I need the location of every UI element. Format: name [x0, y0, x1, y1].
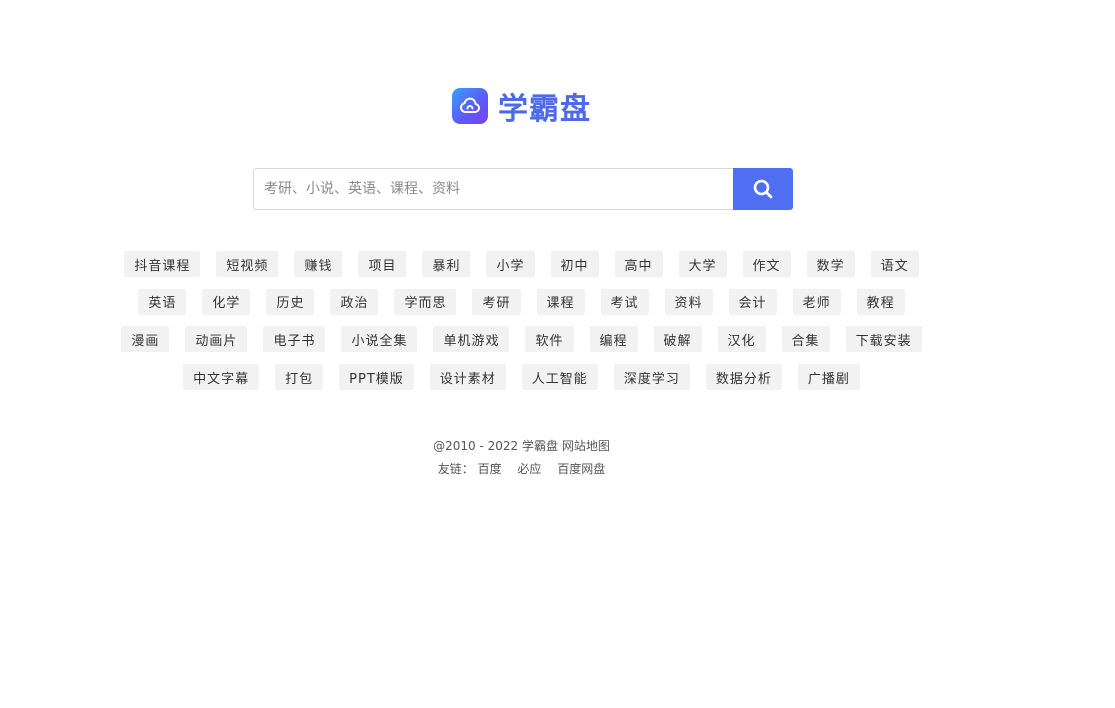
tag-row: 英语 化学 历史 政治 学而思 考研 课程 考试 资料 会计 老师 教程: [0, 288, 1043, 315]
tag[interactable]: 广播剧: [797, 364, 860, 391]
hot-tags: 抖音课程 短视频 赚钱 项目 暴利 小学 初中 高中 大学 作文 数学 语文 英…: [0, 251, 1043, 402]
friend-links: 友链： 百度 必应 百度网盘: [0, 458, 1043, 481]
copyright-text: @2010 - 2022: [433, 439, 519, 453]
tag-row: 抖音课程 短视频 赚钱 项目 暴利 小学 初中 高中 大学 作文 数学 语文: [0, 251, 1043, 277]
tag[interactable]: 暴利: [422, 251, 471, 277]
friend-links-label: 友链：: [437, 462, 474, 476]
tag-row: 漫画 动画片 电子书 小说全集 单机游戏 软件 编程 破解 汉化 合集 下载安装: [0, 326, 1043, 353]
footer-site-link[interactable]: 学霸盘: [522, 439, 558, 453]
tag[interactable]: 英语: [138, 288, 187, 315]
tag[interactable]: 作文: [742, 251, 791, 277]
logo-text: 学霸盘: [498, 92, 591, 127]
tag[interactable]: 会计: [728, 288, 777, 315]
tag[interactable]: 项目: [358, 251, 407, 277]
tag[interactable]: 电子书: [263, 326, 326, 353]
tag[interactable]: 赚钱: [294, 251, 343, 277]
logo[interactable]: 学霸盘: [0, 84, 1043, 128]
tag[interactable]: 政治: [330, 288, 379, 315]
tag[interactable]: 数据分析: [705, 364, 782, 391]
tag[interactable]: 小说全集: [341, 326, 418, 353]
page: 学霸盘 抖音课程 短视频 赚钱 项目 暴利 小学 初中 高中 大学 作文 数学 …: [0, 0, 1115, 708]
tag[interactable]: 合集: [781, 326, 830, 353]
tag[interactable]: 初中: [550, 251, 599, 277]
tag[interactable]: 破解: [653, 326, 702, 353]
cloud-icon: [452, 88, 488, 124]
tag[interactable]: 单机游戏: [433, 326, 510, 353]
search-button[interactable]: [733, 168, 793, 210]
tag[interactable]: 编程: [589, 326, 638, 353]
tag[interactable]: 历史: [266, 288, 315, 315]
tag[interactable]: 考试: [600, 288, 649, 315]
sitemap-link[interactable]: 网站地图: [562, 439, 610, 453]
tag[interactable]: 软件: [525, 326, 574, 353]
tag[interactable]: 抖音课程: [124, 251, 201, 277]
friend-link-baidu[interactable]: 百度: [478, 462, 502, 476]
tag[interactable]: 动画片: [185, 326, 248, 353]
tag[interactable]: 老师: [792, 288, 841, 315]
tag[interactable]: 考研: [472, 288, 521, 315]
tag[interactable]: 人工智能: [521, 364, 598, 391]
search-input[interactable]: [253, 168, 733, 210]
tag[interactable]: 打包: [275, 364, 324, 391]
friend-link-bing[interactable]: 必应: [517, 462, 541, 476]
search-icon: [753, 179, 773, 199]
tag[interactable]: 下载安装: [845, 326, 922, 353]
search-bar: [253, 168, 793, 210]
tag[interactable]: 小学: [486, 251, 535, 277]
tag[interactable]: 短视频: [216, 251, 279, 277]
tag[interactable]: 数学: [806, 251, 855, 277]
tag[interactable]: 深度学习: [613, 364, 690, 391]
tag[interactable]: 大学: [678, 251, 727, 277]
tag[interactable]: 资料: [664, 288, 713, 315]
tag[interactable]: 语文: [870, 251, 919, 277]
tag-row: 中文字幕 打包 PPT模版 设计素材 人工智能 深度学习 数据分析 广播剧: [0, 364, 1043, 391]
tag[interactable]: 教程: [856, 288, 905, 315]
tag[interactable]: 高中: [614, 251, 663, 277]
tag[interactable]: 设计素材: [429, 364, 506, 391]
tag[interactable]: 学而思: [394, 288, 457, 315]
tag[interactable]: PPT模版: [339, 364, 414, 391]
tag[interactable]: 化学: [202, 288, 251, 315]
tag[interactable]: 中文字幕: [183, 364, 260, 391]
tag[interactable]: 汉化: [717, 326, 766, 353]
footer: @2010 - 2022 学霸盘 网站地图 友链： 百度 必应 百度网盘: [0, 435, 1043, 481]
tag[interactable]: 漫画: [121, 326, 170, 353]
tag[interactable]: 课程: [536, 288, 585, 315]
copyright-line: @2010 - 2022 学霸盘 网站地图: [0, 435, 1043, 458]
friend-link-baidu-pan[interactable]: 百度网盘: [557, 462, 605, 476]
